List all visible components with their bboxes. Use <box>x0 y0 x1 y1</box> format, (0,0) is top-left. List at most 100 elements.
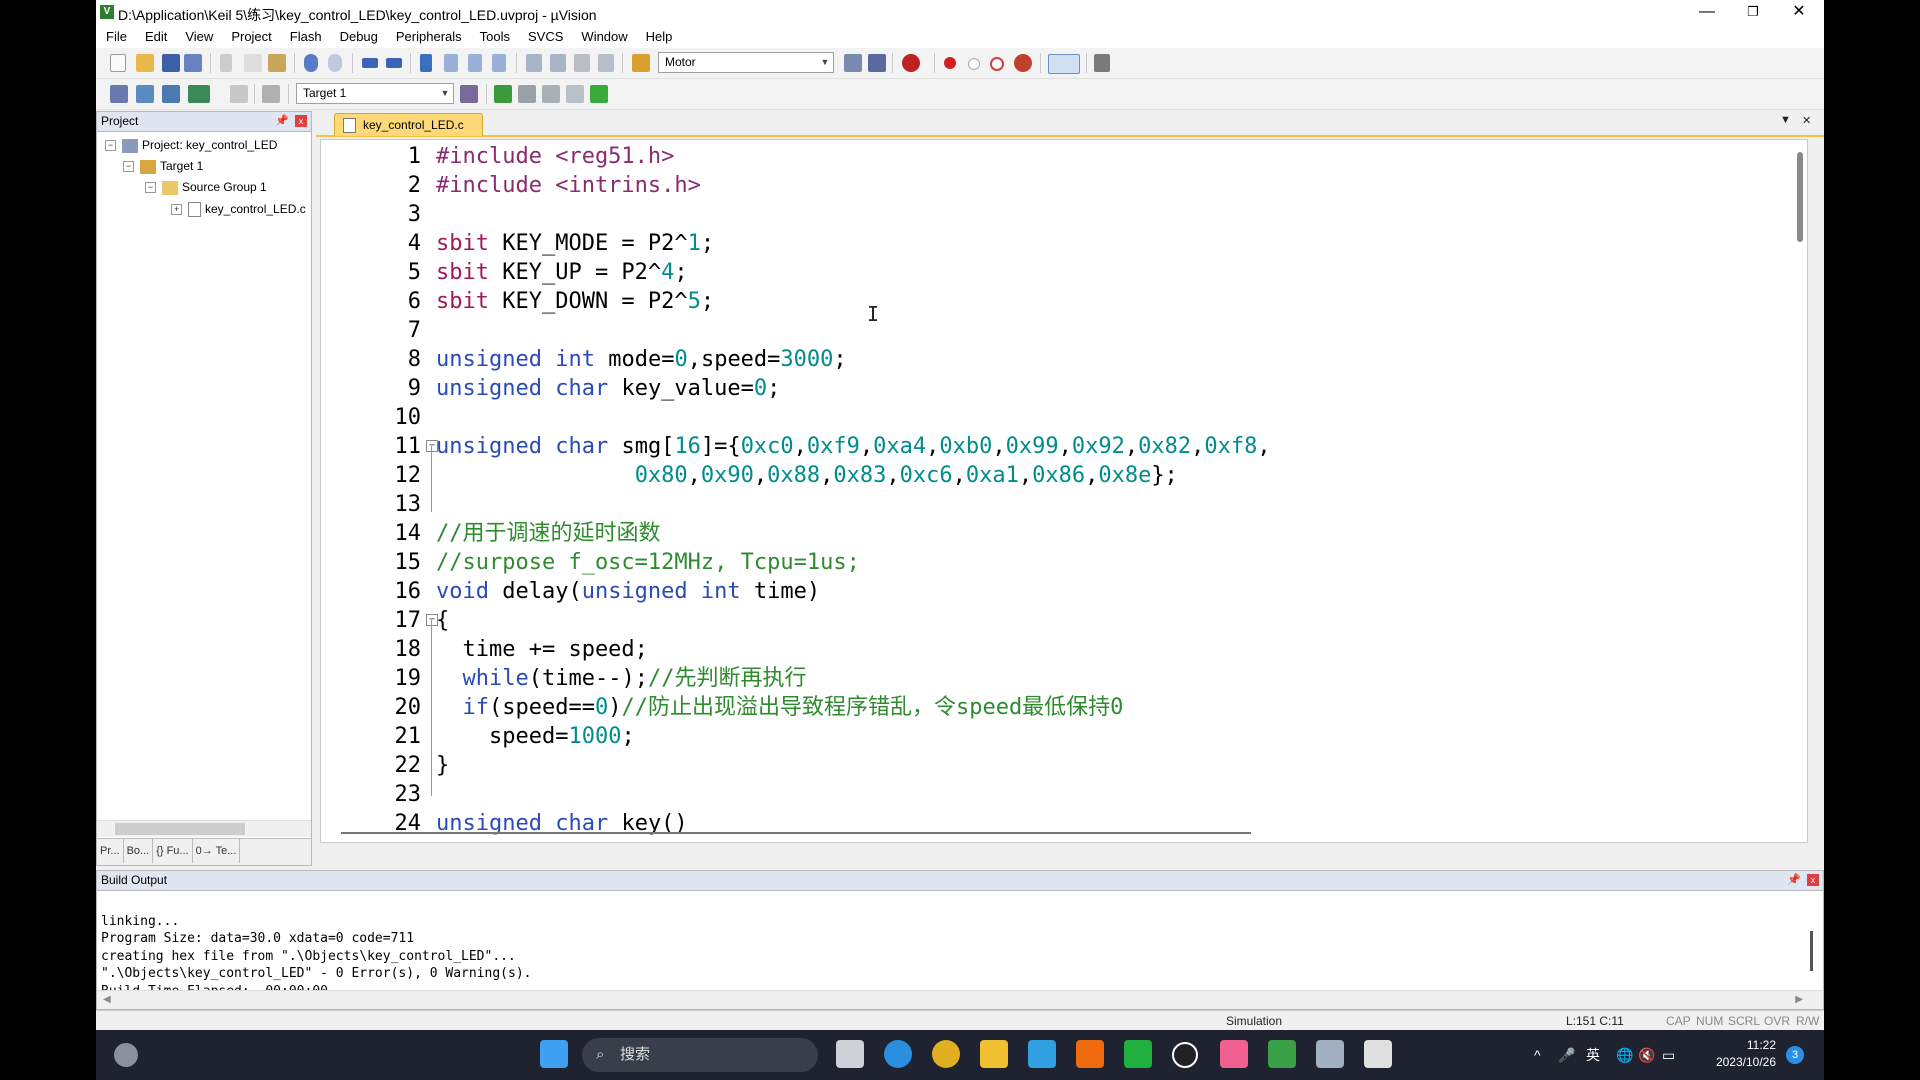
start-button-icon[interactable] <box>540 1040 568 1068</box>
tree-source-group[interactable]: − Source Group 1 <box>145 178 267 196</box>
code-text[interactable]: //surpose f_osc=12MHz, Tcpu=1us; <box>436 548 860 577</box>
menu-view[interactable]: View <box>176 26 222 48</box>
taskbar-clock[interactable]: 11:22 2023/10/26 <box>1696 1037 1776 1071</box>
tab-list-dropdown-icon[interactable]: ▼ <box>1780 114 1791 126</box>
translate-icon[interactable] <box>110 85 128 103</box>
code-text[interactable]: while(time--);//先判断再执行 <box>436 664 807 693</box>
save-all-icon[interactable] <box>184 54 202 72</box>
comment-icon[interactable] <box>574 54 590 72</box>
menu-window[interactable]: Window <box>572 26 636 48</box>
unindent-icon[interactable] <box>550 54 566 72</box>
paste-icon[interactable] <box>268 54 286 72</box>
expand-icon[interactable]: + <box>171 204 182 216</box>
wechat-icon[interactable] <box>1124 1040 1152 1068</box>
notification-badge[interactable]: 3 <box>1786 1046 1804 1064</box>
code-text[interactable]: time += speed; <box>436 635 647 664</box>
runtime-env-icon[interactable] <box>590 85 608 103</box>
enable-breakpoint-icon[interactable] <box>968 58 980 70</box>
mi-icon[interactable] <box>1076 1040 1104 1068</box>
menu-debug[interactable]: Debug <box>331 26 387 48</box>
tree-target[interactable]: − Target 1 <box>123 157 203 175</box>
minimize-button[interactable]: — <box>1684 0 1730 26</box>
insert-breakpoint-icon[interactable] <box>944 57 956 69</box>
collapse-icon[interactable]: − <box>145 182 156 194</box>
tree-file[interactable]: + key_control_LED.c <box>171 200 307 218</box>
keil-uvision-icon[interactable] <box>1268 1040 1296 1068</box>
app-icon[interactable] <box>1028 1040 1056 1068</box>
incremental-find-icon[interactable] <box>868 54 886 72</box>
file-explorer-icon[interactable] <box>980 1040 1008 1068</box>
uncomment-icon[interactable] <box>598 54 614 72</box>
code-text[interactable]: #include <intrins.h> <box>436 171 701 200</box>
menu-file[interactable]: File <box>96 26 136 48</box>
tab-templates[interactable]: 0→ Te... <box>193 839 241 863</box>
navigate-forward-icon[interactable] <box>386 58 402 68</box>
scroll-left-icon[interactable]: ◀ <box>103 994 111 1005</box>
tab-project[interactable]: Pr... <box>97 839 124 863</box>
collapse-icon[interactable]: − <box>123 161 134 173</box>
editor-vscroll-thumb[interactable] <box>1797 152 1803 242</box>
code-text[interactable]: sbit KEY_MODE = P2^1; <box>436 229 714 258</box>
taskbar-search[interactable]: ⌕ 搜索 <box>582 1038 818 1072</box>
kill-breakpoints-icon[interactable] <box>1014 54 1032 72</box>
menu-edit[interactable]: Edit <box>136 26 176 48</box>
navigate-back-icon[interactable] <box>362 58 378 68</box>
pin-icon[interactable]: 📌 <box>1787 871 1801 890</box>
download-icon[interactable] <box>262 85 280 103</box>
code-text[interactable]: } <box>436 751 449 780</box>
next-bookmark-icon[interactable] <box>468 54 482 72</box>
bilibili-icon[interactable] <box>1220 1040 1248 1068</box>
target-options-icon[interactable] <box>460 85 478 103</box>
build-hscroll[interactable]: ◀ ▶ <box>97 990 1823 1009</box>
code-editor[interactable]: 1 #include <reg51.h> 2 #include <intrins.h… <box>320 139 1808 843</box>
file-tab-key-control-led-c[interactable]: key_control_LED.c <box>334 113 483 136</box>
undo-icon[interactable] <box>304 54 318 72</box>
disable-breakpoints-icon[interactable] <box>990 57 1004 71</box>
cut-icon[interactable] <box>220 54 232 72</box>
code-text[interactable]: sbit KEY_UP = P2^4; <box>436 258 688 287</box>
save-icon[interactable] <box>162 54 180 72</box>
close-icon[interactable]: x <box>1807 874 1819 886</box>
pin-icon[interactable]: 📌 <box>275 112 289 131</box>
volume-muted-icon[interactable]: 🔇 <box>1638 1030 1655 1080</box>
scrollbar-thumb[interactable] <box>115 823 245 835</box>
menu-tools[interactable]: Tools <box>471 26 519 48</box>
code-text[interactable]: unsigned char key_value=0; <box>436 374 780 403</box>
find-in-files-icon[interactable] <box>632 54 650 72</box>
target-combo[interactable]: Target 1 ▼ <box>296 83 454 104</box>
code-text[interactable]: if(speed==0)//防止出现溢出导致程序错乱，令speed最低保持0 <box>436 693 1124 722</box>
tray-overflow-icon[interactable]: ^ <box>1534 1030 1541 1080</box>
find-icon[interactable] <box>844 54 862 72</box>
menu-project[interactable]: Project <box>222 26 280 48</box>
menu-help[interactable]: Help <box>637 26 682 48</box>
code-text[interactable]: 0x80,0x90,0x88,0x83,0xc6,0xa1,0x86,0x8e}… <box>436 461 1178 490</box>
rebuild-icon[interactable] <box>162 85 180 103</box>
menu-peripherals[interactable]: Peripherals <box>387 26 471 48</box>
manage-components-icon[interactable] <box>518 85 536 103</box>
snipping-tool-icon[interactable] <box>1364 1040 1392 1068</box>
file-extensions-icon[interactable] <box>494 85 512 103</box>
code-text[interactable]: sbit KEY_DOWN = P2^5; <box>436 287 714 316</box>
restore-button[interactable]: ❐ <box>1730 0 1776 26</box>
indent-icon[interactable] <box>526 54 542 72</box>
find-combo[interactable]: Motor ▼ <box>658 52 834 73</box>
tree-project[interactable]: − Project: key_control_LED <box>105 136 277 154</box>
close-icon[interactable]: x <box>295 115 307 127</box>
code-text[interactable]: unsigned int mode=0,speed=3000; <box>436 345 847 374</box>
editor-hscroll-thumb[interactable] <box>341 832 1251 834</box>
open-folder-icon[interactable] <box>136 54 154 72</box>
collapse-icon[interactable]: − <box>105 140 116 152</box>
code-text[interactable]: { <box>436 606 449 635</box>
code-text[interactable]: #include <reg51.h> <box>436 142 674 171</box>
select-packs-icon[interactable] <box>542 85 560 103</box>
edge-icon[interactable] <box>884 1040 912 1068</box>
redo-icon[interactable] <box>328 54 342 72</box>
microphone-icon[interactable]: 🎤 <box>1558 1030 1575 1080</box>
pack-installer-icon[interactable] <box>566 85 584 103</box>
build-icon[interactable] <box>136 85 154 103</box>
task-view-icon[interactable] <box>836 1040 864 1068</box>
code-text[interactable]: speed=1000; <box>436 722 635 751</box>
tab-books[interactable]: Bo... <box>124 839 154 863</box>
clear-bookmarks-icon[interactable] <box>492 54 506 72</box>
code-text[interactable]: //用于调速的延时函数 <box>436 519 661 548</box>
